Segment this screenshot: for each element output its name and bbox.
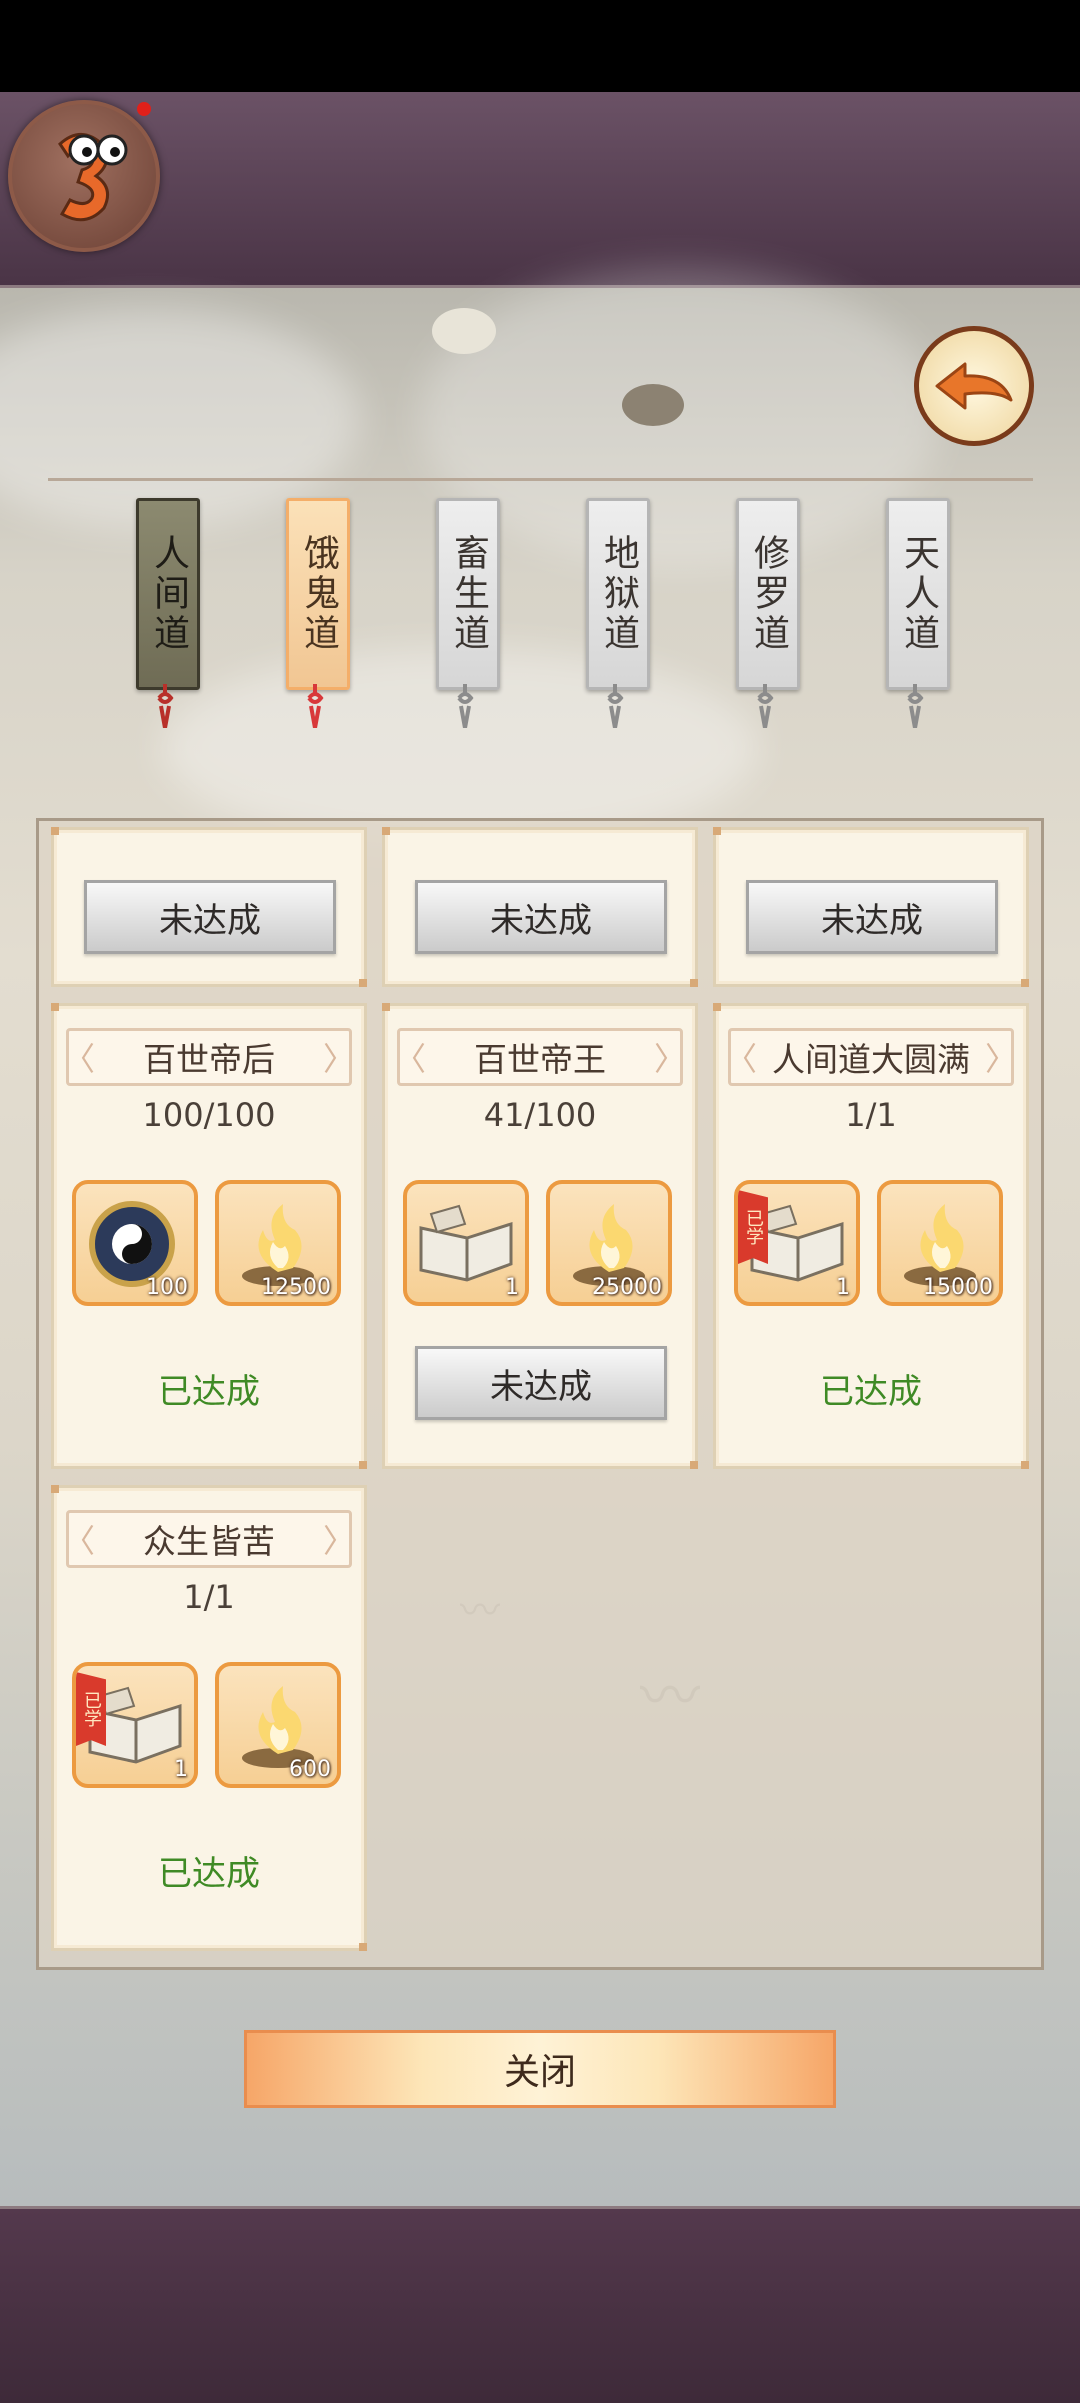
player-avatar[interactable] xyxy=(8,100,160,252)
tab-label: 畜生道 xyxy=(448,534,489,654)
back-button[interactable] xyxy=(914,326,1034,446)
tab-label: 天人道 xyxy=(898,534,939,654)
button-label: 未达成 xyxy=(821,900,923,941)
achieved-status: 已达成 xyxy=(158,1854,260,1894)
tassel-icon xyxy=(607,684,624,728)
achieved-status: 已达成 xyxy=(820,1372,922,1412)
tab-label: 饿鬼道 xyxy=(298,534,339,654)
button-label: 未达成 xyxy=(490,1366,592,1407)
achievement-card-partial: 未达成 xyxy=(51,827,367,987)
tab-hell-realm[interactable]: 地狱道 xyxy=(586,498,650,690)
reward-item[interactable]: 100 xyxy=(72,1180,198,1306)
bottom-frame xyxy=(0,2206,1080,2403)
reward-count: 25000 xyxy=(592,1275,662,1300)
not-achieved-button[interactable]: 未达成 xyxy=(746,880,998,954)
tassel-icon xyxy=(457,684,474,728)
tab-label: 人间道 xyxy=(148,534,189,654)
reward-count: 15000 xyxy=(923,1275,993,1300)
close-button[interactable]: 关闭 xyxy=(244,2030,836,2108)
tassel-icon xyxy=(757,684,774,728)
achievement-card: 百世帝后 100/100 100 12500 已达成 xyxy=(51,1003,367,1469)
tab-label: 地狱道 xyxy=(598,534,639,654)
reward-count: 1 xyxy=(174,1757,188,1782)
learned-badge: 已学 xyxy=(76,1672,106,1746)
mascot-icon xyxy=(58,133,128,222)
card-progress: 100/100 xyxy=(142,1096,276,1134)
card-title: 众生皆苦 xyxy=(63,1510,355,1568)
reward-item[interactable]: 已学 1 xyxy=(72,1662,198,1788)
notification-dot xyxy=(137,102,151,116)
achievement-card: 人间道大圆满 1/1 已学 1 15000 已达成 xyxy=(713,1003,1029,1469)
tab-rope xyxy=(48,478,1033,481)
achievement-card: 众生皆苦 1/1 已学 1 600 已达成 xyxy=(51,1485,367,1951)
not-achieved-button[interactable]: 未达成 xyxy=(415,880,667,954)
not-achieved-button[interactable]: 未达成 xyxy=(84,880,336,954)
card-progress: 1/1 xyxy=(845,1096,897,1134)
reward-item[interactable]: 25000 xyxy=(546,1180,672,1306)
reward-count: 1 xyxy=(836,1275,850,1300)
reward-item[interactable]: 600 xyxy=(215,1662,341,1788)
card-progress: 41/100 xyxy=(483,1096,597,1134)
reward-item[interactable]: 已学 1 xyxy=(734,1180,860,1306)
tab-heaven-realm[interactable]: 天人道 xyxy=(886,498,950,690)
reward-count: 600 xyxy=(289,1757,331,1782)
reward-count: 12500 xyxy=(261,1275,331,1300)
status-bar xyxy=(0,0,1080,92)
achievement-card-partial: 未达成 xyxy=(713,827,1029,987)
reward-item[interactable]: 1 xyxy=(403,1180,529,1306)
reward-item[interactable]: 12500 xyxy=(215,1180,341,1306)
card-title: 百世帝后 xyxy=(63,1028,355,1086)
reward-count: 100 xyxy=(146,1275,188,1300)
tassel-icon xyxy=(907,684,924,728)
top-frame xyxy=(0,92,1080,288)
card-progress: 1/1 xyxy=(183,1578,235,1616)
tab-human-realm[interactable]: 人间道 xyxy=(136,498,200,690)
tab-asura-realm[interactable]: 修罗道 xyxy=(736,498,800,690)
achievement-panel[interactable]: 未达成 未达成 未达成 百世帝后 100/100 100 12500 已达成 xyxy=(36,818,1044,1970)
tassel-icon xyxy=(157,684,174,728)
back-arrow-icon xyxy=(935,362,1013,410)
reward-item[interactable]: 15000 xyxy=(877,1180,1003,1306)
achievement-card: 百世帝王 41/100 1 25000 未达成 xyxy=(382,1003,698,1469)
card-title: 百世帝王 xyxy=(394,1028,686,1086)
button-label: 未达成 xyxy=(159,900,261,941)
card-title: 人间道大圆满 xyxy=(725,1028,1017,1086)
not-achieved-button[interactable]: 未达成 xyxy=(415,1346,667,1420)
button-label: 未达成 xyxy=(490,900,592,941)
learned-badge: 已学 xyxy=(738,1190,768,1264)
achieved-status: 已达成 xyxy=(158,1372,260,1412)
tab-label: 修罗道 xyxy=(748,534,789,654)
reward-count: 1 xyxy=(505,1275,519,1300)
achievement-card-partial: 未达成 xyxy=(382,827,698,987)
tab-animal-realm[interactable]: 畜生道 xyxy=(436,498,500,690)
tab-hungry-ghost-realm[interactable]: 饿鬼道 xyxy=(286,498,350,690)
close-button-label: 关闭 xyxy=(503,2052,576,2093)
tassel-icon xyxy=(307,684,324,728)
